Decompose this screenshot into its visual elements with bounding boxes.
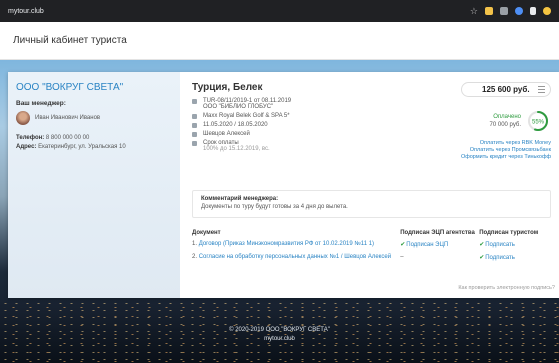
- col-tourist-signed: Подписан туристом: [479, 230, 539, 236]
- calendar-icon: [192, 123, 197, 128]
- extension-icon[interactable]: [485, 7, 493, 15]
- check-icon: ✔: [479, 255, 485, 261]
- col-document: Документ: [192, 230, 221, 236]
- user-icon: [192, 132, 197, 137]
- comment-text: Документы по туру будут готовы за 4 дня …: [201, 204, 348, 210]
- agency-contacts: Телефон: 8 800 000 00 00 Адрес: Екатерин…: [16, 134, 172, 152]
- payment-progress-ring: 55%: [528, 111, 548, 131]
- verify-signature-link[interactable]: Как проверить электронную подпись?: [458, 285, 555, 291]
- trip-row-contract: TUR-08/11/2019-1 от 08.11.2019 ООО "БИБЛИ…: [192, 98, 547, 110]
- trip-panel: Турция, Белек TUR-08/11/2019-1 от 08.11.…: [180, 72, 559, 298]
- menu-icon[interactable]: [538, 86, 545, 93]
- manager-avatar: [16, 111, 30, 125]
- footer-copyright: © 2020-2019 ООО "ВОКРУГ СВЕТА": [229, 327, 330, 333]
- phone-label: Телефон:: [16, 135, 45, 141]
- paid-amount: 70 000 руб.: [489, 122, 521, 128]
- col-agency-signed: Подписан ЭЦП агентства: [400, 230, 475, 236]
- extension-icon[interactable]: [530, 7, 536, 15]
- manager-name: Иван Иванович Иванов: [35, 115, 101, 121]
- manager-label: Ваш менеджер:: [16, 100, 66, 107]
- document-link[interactable]: Договор (Приказ Минэкономразвития РФ от …: [199, 241, 374, 247]
- agency-name[interactable]: ООО "ВОКРУГ СВЕТА": [16, 82, 172, 93]
- bookmark-star-icon[interactable]: ☆: [470, 7, 478, 16]
- table-row: 1. Договор (Приказ Минэкономразвития РФ …: [192, 241, 515, 248]
- agency-signature-empty: –: [400, 254, 404, 260]
- price-box: 125 600 руб.: [461, 82, 551, 97]
- total-price: 125 600 руб.: [482, 85, 530, 94]
- extension-icon[interactable]: [500, 7, 508, 15]
- table-row: 2. Согласие на обработку персональных да…: [192, 254, 551, 267]
- footer-site: mytour.club: [264, 336, 295, 342]
- payment-percent: 55%: [532, 120, 545, 126]
- comment-heading: Комментарий менеджера:: [201, 196, 279, 202]
- check-icon: ✔: [400, 242, 406, 248]
- payment-status: Оплачено 70 000 руб. 55%: [449, 110, 549, 134]
- payment-links: Оплатить через RBK Money Оплатить через …: [461, 140, 551, 161]
- paid-status-label: Оплачено: [493, 114, 521, 120]
- address-value: Екатеринбург, ул. Уральская 10: [38, 144, 126, 150]
- hotel-icon: [192, 114, 197, 119]
- tour-card: ООО "ВОКРУГ СВЕТА" Ваш менеджер: Иван Ив…: [8, 72, 559, 298]
- manager-info: Иван Иванович Иванов: [16, 111, 172, 125]
- address-label: Адрес:: [16, 144, 37, 150]
- browser-toolbar: mytour.club ☆: [0, 0, 559, 22]
- address-bar[interactable]: mytour.club: [8, 8, 44, 15]
- document-link[interactable]: Согласие на обработку персональных данны…: [199, 254, 391, 260]
- clock-icon: [192, 141, 197, 146]
- check-icon: ✔: [479, 242, 485, 248]
- agency-signature-link[interactable]: Подписан ЭЦП: [406, 242, 448, 248]
- extension-icon[interactable]: [515, 7, 523, 15]
- page-title: Личный кабинет туриста: [13, 35, 127, 46]
- pay-psb-link[interactable]: Оплатить через Промсвязьбанк: [461, 147, 551, 154]
- credit-tinkoff-link[interactable]: Оформить кредит через Тинькофф: [461, 154, 551, 161]
- agency-panel: ООО "ВОКРУГ СВЕТА" Ваш менеджер: Иван Ив…: [8, 72, 180, 298]
- sign-button[interactable]: Подписать: [485, 255, 515, 261]
- phone-value[interactable]: 8 800 000 00 00: [46, 135, 89, 141]
- sign-button[interactable]: Подписать: [485, 242, 515, 248]
- manager-comment: Комментарий менеджера: Документы по туру…: [192, 190, 551, 218]
- pay-rbk-link[interactable]: Оплатить через RBK Money: [461, 140, 551, 147]
- profile-avatar-icon[interactable]: [543, 7, 551, 15]
- site-header: Личный кабинет туриста: [0, 22, 559, 60]
- documents-table: Документ Подписан ЭЦП агентства Подписан…: [192, 230, 551, 267]
- contract-icon: [192, 99, 197, 104]
